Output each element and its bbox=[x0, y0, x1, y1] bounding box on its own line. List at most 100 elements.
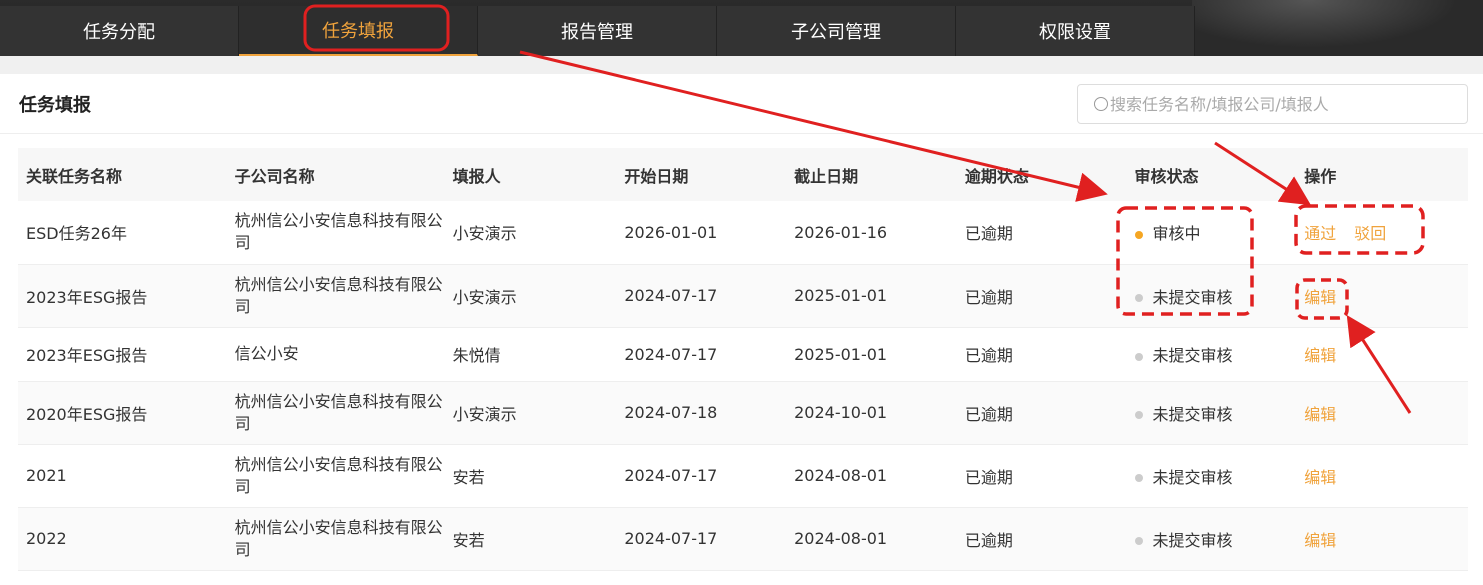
row-actions: 通过 驳回 bbox=[1296, 201, 1468, 265]
top-nav: 任务分配 任务填报 报告管理 子公司管理 权限设置 bbox=[0, 0, 1483, 56]
end-date: 2025-01-01 bbox=[786, 264, 957, 328]
review-status: 未提交审核 bbox=[1126, 381, 1297, 445]
company-text: 杭州信公小安信息科技有限公司 bbox=[234, 211, 443, 253]
review-status: 审核中 bbox=[1126, 201, 1297, 265]
company-text: 杭州信公小安信息科技有限公司 bbox=[234, 274, 443, 316]
reporter: 朱悦倩 bbox=[444, 327, 617, 382]
tab-subsidiary-manage[interactable]: 子公司管理 bbox=[717, 6, 956, 56]
panel-header: 任务填报 bbox=[0, 74, 1483, 134]
edit-button[interactable]: 编辑 bbox=[1304, 288, 1336, 307]
review-status-text: 未提交审核 bbox=[1152, 467, 1233, 487]
status-dot-icon bbox=[1134, 474, 1143, 482]
reporter: 小安演示 bbox=[444, 381, 617, 445]
task-name: 2022 bbox=[18, 507, 227, 571]
table-row: 2023年ESG报告 杭州信公小安信息科技有限公司 小安演示 2024-07-1… bbox=[18, 264, 1468, 328]
review-status: 未提交审核 bbox=[1126, 327, 1297, 382]
task-name: 2023年ESG报告 bbox=[18, 264, 227, 328]
table-row: 2023年ESG报告 信公小安 朱悦倩 2024-07-17 2025-01-0… bbox=[18, 327, 1468, 382]
start-date: 2024-07-17 bbox=[616, 264, 787, 328]
content-panel: 任务填报 关联任务名称 子公司名称 填报人 开始日期 截止日期 逾期状态 审核状… bbox=[0, 74, 1483, 585]
company-name: 杭州信公小安信息科技有限公司 bbox=[226, 381, 445, 445]
company-name: 杭州信公小安信息科技有限公司 bbox=[226, 444, 445, 508]
reporter: 安若 bbox=[444, 507, 617, 571]
approve-button[interactable]: 通过 bbox=[1304, 224, 1336, 243]
search-input[interactable] bbox=[1110, 94, 1450, 114]
edit-button[interactable]: 编辑 bbox=[1304, 531, 1336, 550]
end-date: 2024-08-01 bbox=[786, 507, 957, 571]
end-date: 2024-08-01 bbox=[786, 444, 957, 508]
overdue-status: 已逾期 bbox=[956, 444, 1127, 508]
start-date: 2024-07-18 bbox=[616, 381, 787, 445]
status-dot-icon bbox=[1134, 537, 1143, 545]
task-name: ESD任务26年 bbox=[18, 201, 227, 265]
table-row: 2022 杭州信公小安信息科技有限公司 安若 2024-07-17 2024-0… bbox=[18, 507, 1468, 571]
row-actions: 编辑 bbox=[1296, 444, 1468, 508]
edit-button[interactable]: 编辑 bbox=[1304, 346, 1336, 365]
overdue-status: 已逾期 bbox=[956, 507, 1127, 571]
review-status-text: 审核中 bbox=[1152, 224, 1201, 244]
row-actions: 编辑 bbox=[1296, 264, 1468, 328]
task-name: 2020年ESG报告 bbox=[18, 381, 227, 445]
overdue-status: 已逾期 bbox=[956, 327, 1127, 382]
end-date: 2026-01-16 bbox=[786, 201, 957, 265]
task-name: 2021 bbox=[18, 444, 227, 508]
start-date: 2024-07-17 bbox=[616, 327, 787, 382]
row-actions: 编辑 bbox=[1296, 327, 1468, 382]
status-dot-icon bbox=[1134, 411, 1143, 419]
reporter: 小安演示 bbox=[444, 201, 617, 265]
edit-button[interactable]: 编辑 bbox=[1304, 405, 1336, 424]
overdue-status: 已逾期 bbox=[956, 201, 1127, 265]
end-date: 2024-10-01 bbox=[786, 381, 957, 445]
task-table: 关联任务名称 子公司名称 填报人 开始日期 截止日期 逾期状态 审核状态 操作 … bbox=[18, 148, 1468, 571]
tab-report-manage[interactable]: 报告管理 bbox=[478, 6, 717, 56]
start-date: 2024-07-17 bbox=[616, 507, 787, 571]
status-dot-icon bbox=[1134, 230, 1143, 239]
end-date: 2025-01-01 bbox=[786, 327, 957, 382]
col-start-date: 开始日期 bbox=[616, 148, 787, 201]
company-text: 杭州信公小安信息科技有限公司 bbox=[234, 517, 443, 559]
col-overdue-status: 逾期状态 bbox=[956, 148, 1127, 201]
company-name: 杭州信公小安信息科技有限公司 bbox=[226, 264, 445, 328]
status-dot-icon bbox=[1134, 294, 1143, 302]
page-title: 任务填报 bbox=[19, 95, 91, 116]
col-task-name: 关联任务名称 bbox=[18, 148, 227, 201]
overdue-status: 已逾期 bbox=[956, 381, 1127, 445]
reject-button[interactable]: 驳回 bbox=[1354, 224, 1386, 243]
status-dot-icon bbox=[1134, 352, 1143, 361]
table-row: ESD任务26年 杭州信公小安信息科技有限公司 小安演示 2026-01-01 … bbox=[18, 201, 1468, 265]
tab-task-assign[interactable]: 任务分配 bbox=[0, 6, 239, 56]
col-actions: 操作 bbox=[1296, 148, 1468, 201]
overdue-status: 已逾期 bbox=[956, 264, 1127, 328]
table-row: 2021 杭州信公小安信息科技有限公司 安若 2024-07-17 2024-0… bbox=[18, 444, 1468, 508]
company-name: 杭州信公小安信息科技有限公司 bbox=[226, 201, 445, 265]
edit-button[interactable]: 编辑 bbox=[1304, 468, 1336, 487]
table-header: 关联任务名称 子公司名称 填报人 开始日期 截止日期 逾期状态 审核状态 操作 bbox=[18, 148, 1468, 201]
col-reporter: 填报人 bbox=[444, 148, 617, 201]
nav-tabs: 任务分配 任务填报 报告管理 子公司管理 权限设置 bbox=[0, 6, 1195, 56]
tab-permission-settings[interactable]: 权限设置 bbox=[956, 6, 1195, 56]
review-status: 未提交审核 bbox=[1126, 264, 1297, 328]
company-name: 杭州信公小安信息科技有限公司 bbox=[226, 507, 445, 571]
row-actions: 编辑 bbox=[1296, 507, 1468, 571]
col-company: 子公司名称 bbox=[226, 148, 445, 201]
review-status-text: 未提交审核 bbox=[1152, 287, 1233, 307]
review-status-text: 未提交审核 bbox=[1152, 530, 1233, 550]
reporter: 安若 bbox=[444, 444, 617, 508]
search-box[interactable] bbox=[1077, 84, 1468, 124]
search-icon bbox=[1094, 97, 1108, 111]
col-end-date: 截止日期 bbox=[786, 148, 957, 201]
review-status: 未提交审核 bbox=[1126, 507, 1297, 571]
col-review-status: 审核状态 bbox=[1126, 148, 1297, 201]
company-text: 杭州信公小安信息科技有限公司 bbox=[234, 391, 443, 433]
tab-task-report[interactable]: 任务填报 bbox=[239, 6, 478, 56]
table-row: 2020年ESG报告 杭州信公小安信息科技有限公司 小安演示 2024-07-1… bbox=[18, 381, 1468, 445]
start-date: 2026-01-01 bbox=[616, 201, 787, 265]
review-status-text: 未提交审核 bbox=[1152, 404, 1233, 424]
task-name: 2023年ESG报告 bbox=[18, 327, 227, 382]
company-text: 杭州信公小安信息科技有限公司 bbox=[234, 454, 443, 496]
start-date: 2024-07-17 bbox=[616, 444, 787, 508]
row-actions: 编辑 bbox=[1296, 381, 1468, 445]
review-status: 未提交审核 bbox=[1126, 444, 1297, 508]
review-status-text: 未提交审核 bbox=[1152, 346, 1233, 365]
reporter: 小安演示 bbox=[444, 264, 617, 328]
